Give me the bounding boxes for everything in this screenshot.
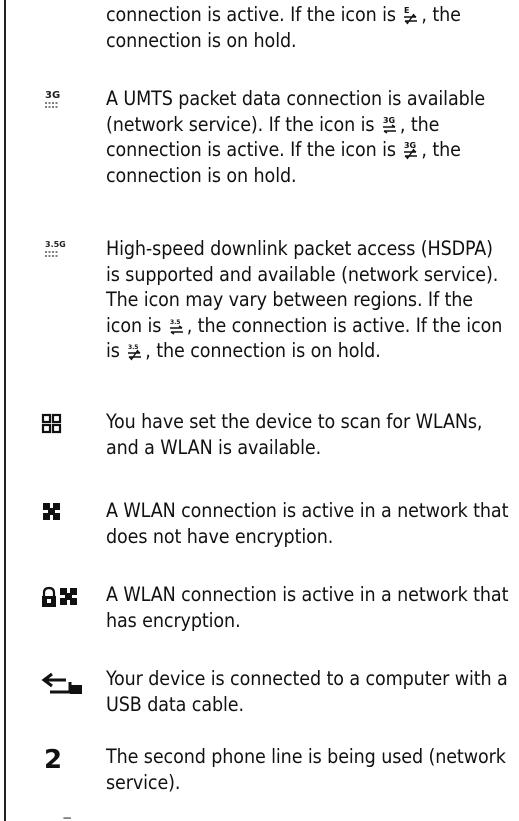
svg-text:3.5: 3.5	[170, 319, 180, 326]
margin-rule	[4, 0, 6, 821]
description-text: Your device is connected to a computer w…	[106, 667, 508, 716]
svg-text:3G: 3G	[383, 116, 395, 125]
entry-description: You have set the device to scan for WLAN…	[106, 409, 512, 460]
wlan-available-icon	[41, 413, 62, 434]
call-forward-icon	[63, 817, 71, 819]
description-text: You have set the device to scan for WLAN…	[106, 410, 483, 459]
usb-cable-icon	[41, 672, 82, 694]
entry-description: connection is active. If the icon is E, …	[106, 2, 512, 53]
description-text: A WLAN connection is active in a network…	[106, 499, 509, 548]
wlan-encrypted-icon	[42, 586, 77, 607]
manual-page: connection is active. If the icon is E , …	[0, 0, 519, 821]
hsdpa-available-icon: 3.5G	[45, 240, 66, 257]
svg-text:E: E	[404, 6, 409, 15]
svg-text:3G: 3G	[45, 90, 60, 101]
entry-description: The second phone line is being used (net…	[106, 744, 512, 795]
umts-active-icon: 3G	[382, 116, 396, 134]
entry-description: High-speed downlink packet access (HSDPA…	[106, 236, 512, 364]
svg-text:2: 2	[44, 745, 62, 775]
svg-text:3.5G: 3.5G	[45, 240, 66, 249]
description-text: connection is active. If the icon is	[106, 3, 402, 26]
description-text: The second phone line is being used (net…	[106, 745, 506, 794]
entry-description: Your device is connected to a computer w…	[106, 666, 512, 717]
hsdpa-active-icon: 3.5	[169, 319, 183, 335]
entry-description: A UMTS packet data connection is availab…	[106, 86, 512, 188]
egprs-hold-icon: E	[404, 6, 418, 25]
umts-hold-icon: 3G	[404, 141, 418, 160]
umts-available-icon: 3G	[45, 90, 60, 108]
hsdpa-hold-icon: 3.5	[128, 344, 142, 361]
entry-description: A WLAN connection is active in a network…	[106, 498, 512, 549]
svg-text:3.5: 3.5	[128, 344, 138, 351]
description-text: , the connection is on hold.	[145, 339, 381, 362]
entry-description: A WLAN connection is active in a network…	[106, 582, 512, 633]
description-text: A WLAN connection is active in a network…	[106, 583, 509, 632]
second-line-icon: 2	[44, 745, 62, 775]
wlan-active-icon	[43, 503, 60, 520]
svg-text:3G: 3G	[404, 141, 416, 150]
